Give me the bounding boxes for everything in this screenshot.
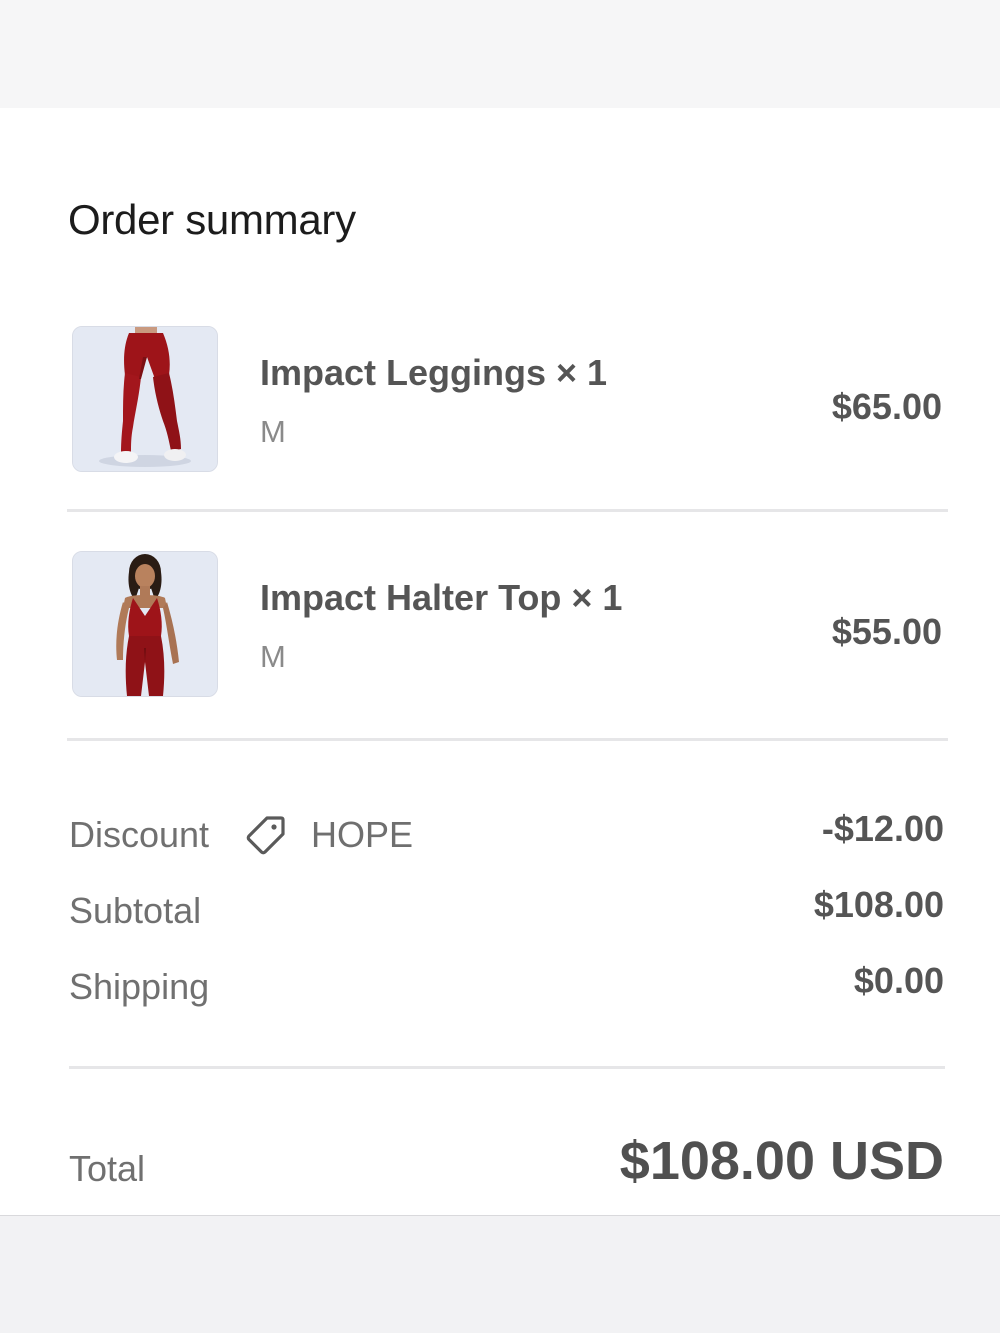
halter-top-product-image (73, 552, 217, 696)
divider (69, 1066, 945, 1069)
leggings-product-image (73, 327, 217, 471)
item-variant: M (260, 414, 286, 449)
line-item: Impact Halter Top × 1 M $55.00 (0, 551, 1000, 701)
total-label: Total (69, 1148, 146, 1189)
discount-amount: -$12.00 (821, 808, 944, 849)
item-price: $55.00 (831, 611, 942, 652)
shipping-amount: $0.00 (853, 960, 944, 1001)
item-variant: M (260, 639, 286, 674)
subtotal-amount: $108.00 (813, 884, 944, 925)
line-item: Impact Leggings × 1 M $65.00 (0, 326, 1000, 476)
top-backdrop (0, 0, 1000, 108)
discount-label: Discount (69, 814, 210, 855)
total-amount: $108.00 USD (619, 1131, 944, 1191)
subtotal-label: Subtotal (69, 890, 202, 931)
item-price: $65.00 (831, 386, 942, 427)
divider (67, 738, 948, 741)
item-name: Impact Leggings × 1 (260, 352, 608, 393)
tag-icon (246, 816, 285, 855)
shipping-row: Shipping $0.00 (0, 960, 1000, 1026)
shipping-label: Shipping (69, 966, 210, 1007)
product-thumbnail-leggings[interactable] (72, 326, 218, 472)
subtotal-row: Subtotal $108.00 (0, 884, 1000, 950)
page-title: Order summary (68, 196, 356, 243)
product-thumbnail-halter-top[interactable] (72, 551, 218, 697)
bottom-backdrop (0, 1216, 1000, 1333)
item-name: Impact Halter Top × 1 (260, 577, 623, 618)
divider (67, 509, 948, 512)
discount-row: Discount HOPE -$12.00 (0, 808, 1000, 874)
discount-code: HOPE (311, 814, 414, 855)
